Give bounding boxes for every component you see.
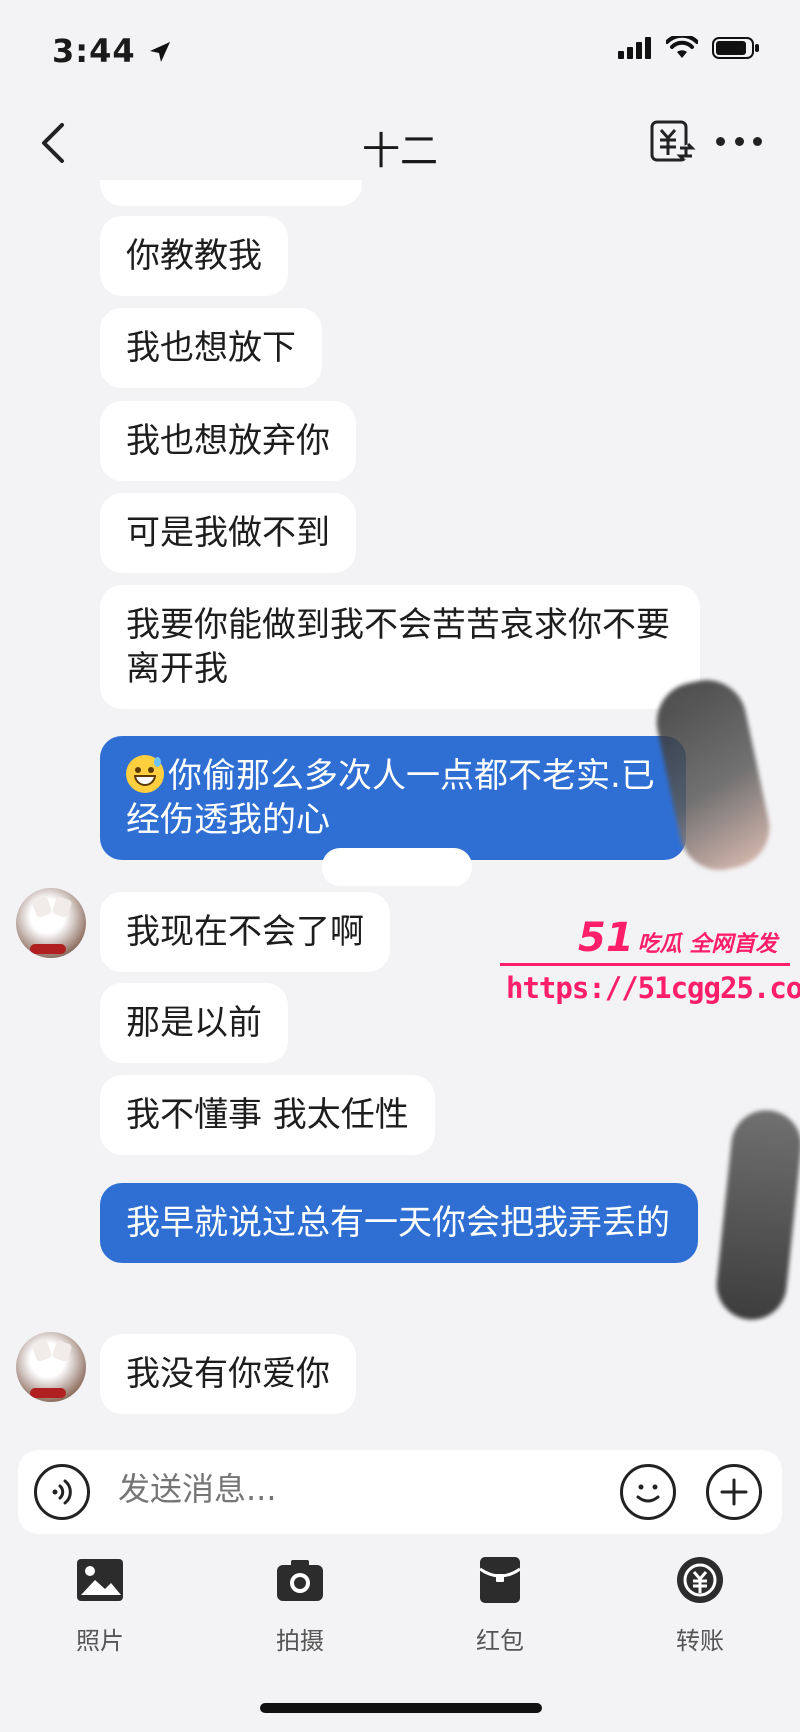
message-fragment <box>322 848 472 886</box>
message-input[interactable] <box>118 1470 518 1508</box>
message-bubble-received[interactable]: 我没有你爱你 <box>100 1334 356 1414</box>
message-text: 我要你能做到我不会苦苦哀求你不要离开我 <box>126 605 670 689</box>
message-bubble-received[interactable]: 那是以前 <box>100 983 288 1063</box>
status-time: 3:44 <box>52 32 172 70</box>
toolbar-label: 转账 <box>676 1627 724 1655</box>
message-text: 你偷那么多次人一点都不老实.已经伤透我的心 <box>126 756 655 840</box>
toolbar-transfer-button[interactable]: 转账 <box>640 1555 760 1656</box>
camera-icon <box>277 1560 323 1601</box>
contact-avatar[interactable] <box>16 888 86 958</box>
smiley-face-icon <box>636 1484 660 1503</box>
chat-message-list[interactable]: 你教教我 我也想放下 我也想放弃你 可是我做不到 我要你能做到我不会苦苦哀求你不… <box>0 180 800 1430</box>
message-text: 你教教我 <box>126 236 262 276</box>
wifi-icon <box>666 36 698 58</box>
message-bubble-received[interactable]: 可是我做不到 <box>100 493 356 573</box>
message-text: 可是我做不到 <box>126 513 330 553</box>
photo-icon <box>77 1559 123 1601</box>
toolbar-label: 照片 <box>76 1627 124 1655</box>
message-bubble-partial <box>100 180 362 206</box>
status-bar: 3:44 <box>0 0 800 100</box>
watermark-url: https://51cgg25.com <box>506 971 800 1005</box>
emoji-button[interactable] <box>620 1464 676 1520</box>
toolbar-label: 拍摄 <box>276 1627 324 1655</box>
yuan-exchange-icon <box>650 120 696 162</box>
message-text: 我没有你爱你 <box>126 1354 330 1394</box>
message-input-bar <box>18 1450 782 1534</box>
message-text: 我不懂事 我太任性 <box>126 1095 409 1135</box>
message-bubble-sent[interactable]: 我早就说过总有一天你会把我弄丢的 <box>100 1183 698 1263</box>
chat-header: 十二 <box>0 100 800 192</box>
attachment-toolbar: 照片 拍摄 红包 转账 <box>0 1555 800 1675</box>
transfer-icon <box>677 1557 723 1603</box>
message-bubble-received[interactable]: 我也想放弃你 <box>100 401 356 481</box>
toolbar-camera-button[interactable]: 拍摄 <box>240 1555 360 1656</box>
more-actions-button[interactable] <box>706 1464 762 1520</box>
message-bubble-received[interactable]: 我也想放下 <box>100 308 322 388</box>
status-time-text: 3:44 <box>52 32 136 70</box>
home-indicator[interactable] <box>260 1703 542 1713</box>
message-bubble-received[interactable]: 你教教我 <box>100 216 288 296</box>
watermark-divider <box>500 963 790 966</box>
battery-icon <box>712 37 759 59</box>
toolbar-label: 红包 <box>476 1627 524 1655</box>
location-arrow-icon <box>149 42 170 62</box>
redaction-smudge <box>713 1106 800 1324</box>
watermark-brand-number: 51 <box>578 915 634 961</box>
voice-wave-icon <box>52 1479 72 1505</box>
more-dot-icon <box>734 136 744 146</box>
yuan-exchange-button[interactable] <box>648 118 696 166</box>
watermark-brand-sub: 吃瓜 全网首发 <box>637 932 778 957</box>
message-text: 我也想放弃你 <box>126 421 330 461</box>
message-text: 我也想放下 <box>126 328 296 368</box>
contact-avatar[interactable] <box>16 1332 86 1402</box>
red-packet-icon <box>479 1557 521 1603</box>
more-dot-icon <box>716 136 725 146</box>
toolbar-red-packet-button[interactable]: 红包 <box>440 1555 560 1656</box>
message-bubble-received[interactable]: 我不懂事 我太任性 <box>100 1075 435 1155</box>
message-bubble-received[interactable]: 我现在不会了啊 <box>100 892 390 972</box>
plus-icon <box>720 1478 748 1506</box>
grinning-sweat-emoji-icon <box>126 755 164 793</box>
cellular-signal-icon <box>618 37 651 59</box>
message-text: 那是以前 <box>126 1003 262 1043</box>
message-bubble-received[interactable]: 我要你能做到我不会苦苦哀求你不要离开我 <box>100 585 700 709</box>
voice-message-button[interactable] <box>34 1464 90 1520</box>
toolbar-photo-button[interactable]: 照片 <box>40 1555 160 1656</box>
status-icons <box>618 36 760 60</box>
message-bubble-sent[interactable]: 你偷那么多次人一点都不老实.已经伤透我的心 <box>100 736 686 860</box>
more-dot-icon <box>753 136 762 146</box>
more-options-button[interactable] <box>716 126 762 156</box>
watermark-brand: 51 吃瓜 全网首发 <box>578 915 777 961</box>
message-text: 我现在不会了啊 <box>126 912 364 952</box>
message-text: 我早就说过总有一天你会把我弄丢的 <box>126 1203 670 1243</box>
